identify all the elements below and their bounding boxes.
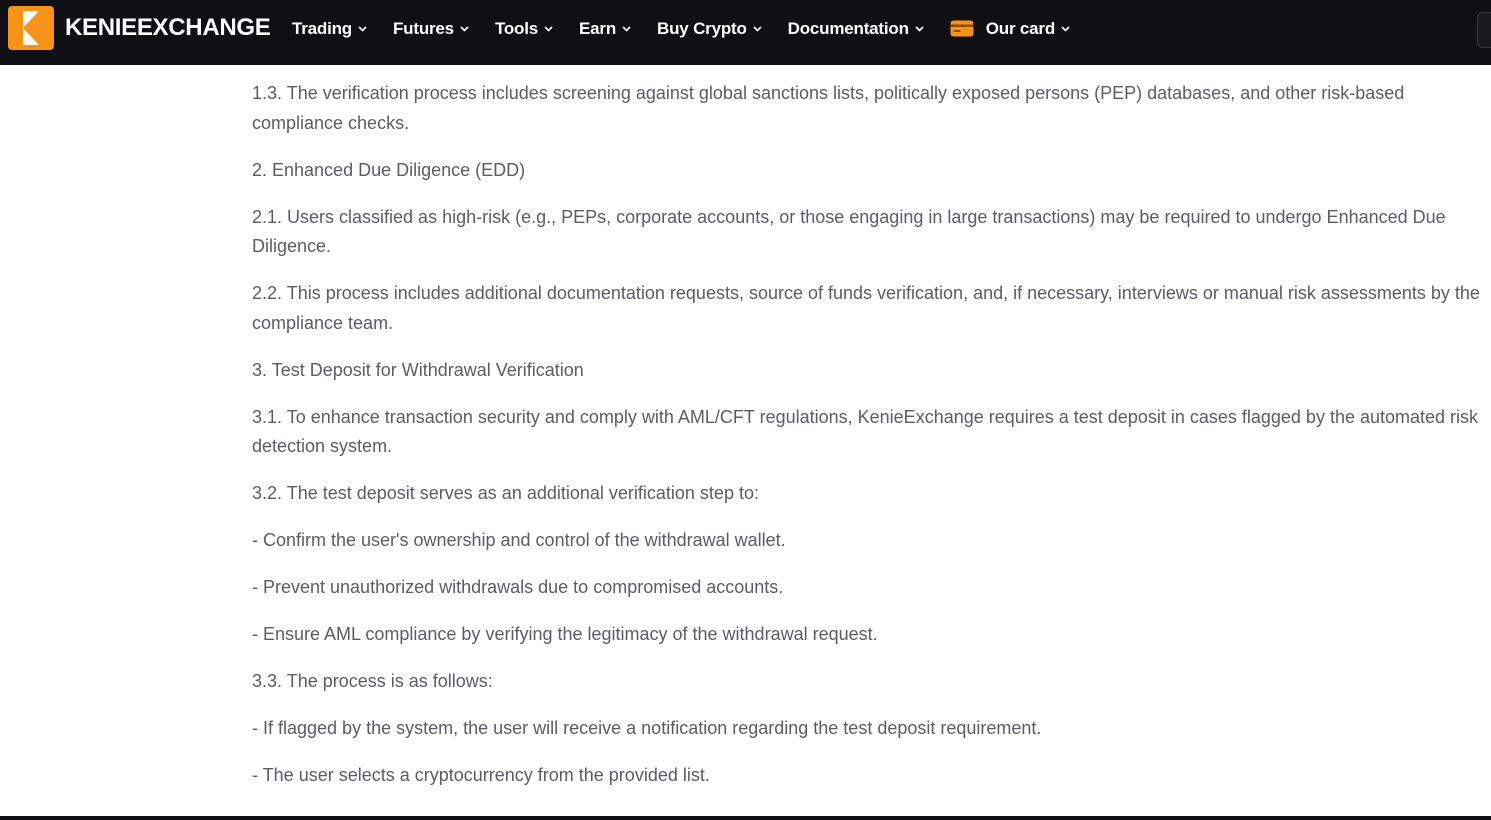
credit-card-icon (950, 20, 974, 37)
paragraph-2-1: 2.1. Users classified as high-risk (e.g.… (252, 206, 1446, 257)
nav-tools[interactable]: Tools (495, 19, 553, 39)
list-item: - Confirm the user's ownership and contr… (252, 530, 786, 550)
list-item: - The user selects a cryptocurrency from… (252, 765, 710, 785)
kenie-logo-icon[interactable] (8, 6, 54, 50)
paragraph-3-1: 3.1. To enhance transaction security and… (252, 406, 1479, 457)
paragraph-3-2: 3.2. The test deposit serves as an addit… (252, 483, 759, 503)
chevron-down-icon (460, 25, 469, 32)
nav-trading-label: Trading (292, 18, 352, 38)
chevron-down-icon (544, 25, 553, 32)
nav-trading[interactable]: Trading (292, 19, 367, 39)
list-item: - If flagged by the system, the user wil… (252, 718, 1042, 738)
heading-test-deposit: 3. Test Deposit for Withdrawal Verificat… (252, 359, 584, 380)
brand-name[interactable]: KENIEEXCHANGE (65, 14, 271, 42)
bottom-edge-bar (0, 816, 1491, 820)
header-right-button[interactable] (1477, 12, 1491, 48)
nav-documentation-label: Documentation (787, 18, 909, 38)
top-navigation-bar: KENIEEXCHANGE Trading Futures Tools Earn… (0, 0, 1491, 65)
chevron-down-icon (915, 25, 924, 32)
nav-futures-label: Futures (393, 18, 454, 38)
chevron-down-icon (358, 25, 367, 32)
nav-earn-label: Earn (579, 18, 617, 38)
paragraph-1-3: 1.3. The verification process includes s… (252, 83, 1405, 133)
main-nav: Trading Futures Tools Earn Buy Crypto Do… (292, 0, 1096, 57)
chevron-down-icon (753, 25, 762, 32)
list-item: - Ensure AML compliance by verifying the… (252, 624, 878, 644)
chevron-down-icon (622, 25, 631, 32)
nav-buy-crypto[interactable]: Buy Crypto (657, 19, 762, 39)
nav-futures[interactable]: Futures (393, 19, 469, 39)
nav-our-card-label: Our card (985, 18, 1056, 38)
paragraph-2-2: 2.2. This process includes additional do… (252, 283, 1480, 333)
nav-our-card[interactable]: Our card (950, 19, 1070, 39)
document-content: 1.3. The verification process includes s… (252, 79, 1482, 808)
heading-edd: 2. Enhanced Due Diligence (EDD) (252, 159, 526, 180)
list-item: - Prevent unauthorized withdrawals due t… (252, 577, 784, 597)
nav-buy-crypto-label: Buy Crypto (657, 18, 747, 38)
nav-earn[interactable]: Earn (579, 19, 631, 39)
paragraph-3-3: 3.3. The process is as follows: (252, 671, 493, 691)
nav-tools-label: Tools (494, 18, 539, 38)
nav-documentation[interactable]: Documentation (788, 19, 924, 39)
chevron-down-icon (1061, 25, 1070, 32)
